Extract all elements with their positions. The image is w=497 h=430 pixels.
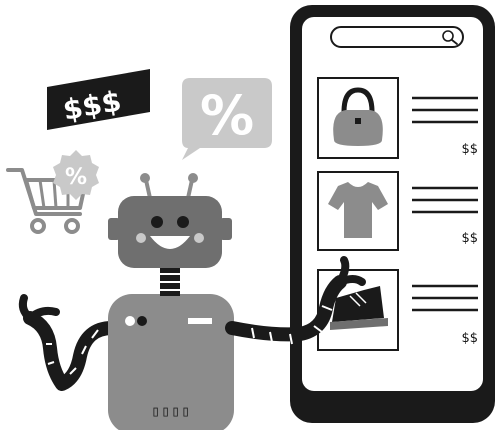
robot-neck	[160, 266, 180, 296]
robot-body-label: ▯▯▯▯	[151, 402, 191, 420]
robot-body: ▯▯▯▯	[108, 294, 234, 430]
ecommerce-robot-illustration: $$$ % % ▯▯▯▯ $$ $$ $$	[6, 5, 495, 430]
product-price: $$	[461, 142, 478, 157]
robot-head	[108, 173, 232, 268]
cart-discount-badge-text: %	[65, 165, 87, 190]
robot-left-arm	[18, 294, 119, 391]
money-tag: $$$	[47, 69, 150, 130]
percent-bubble: %	[182, 78, 272, 160]
product-price: $$	[461, 331, 478, 346]
product-price: $$	[461, 231, 478, 246]
percent-bubble-text: %	[200, 84, 254, 147]
cart-discount-badge: %	[53, 150, 99, 200]
